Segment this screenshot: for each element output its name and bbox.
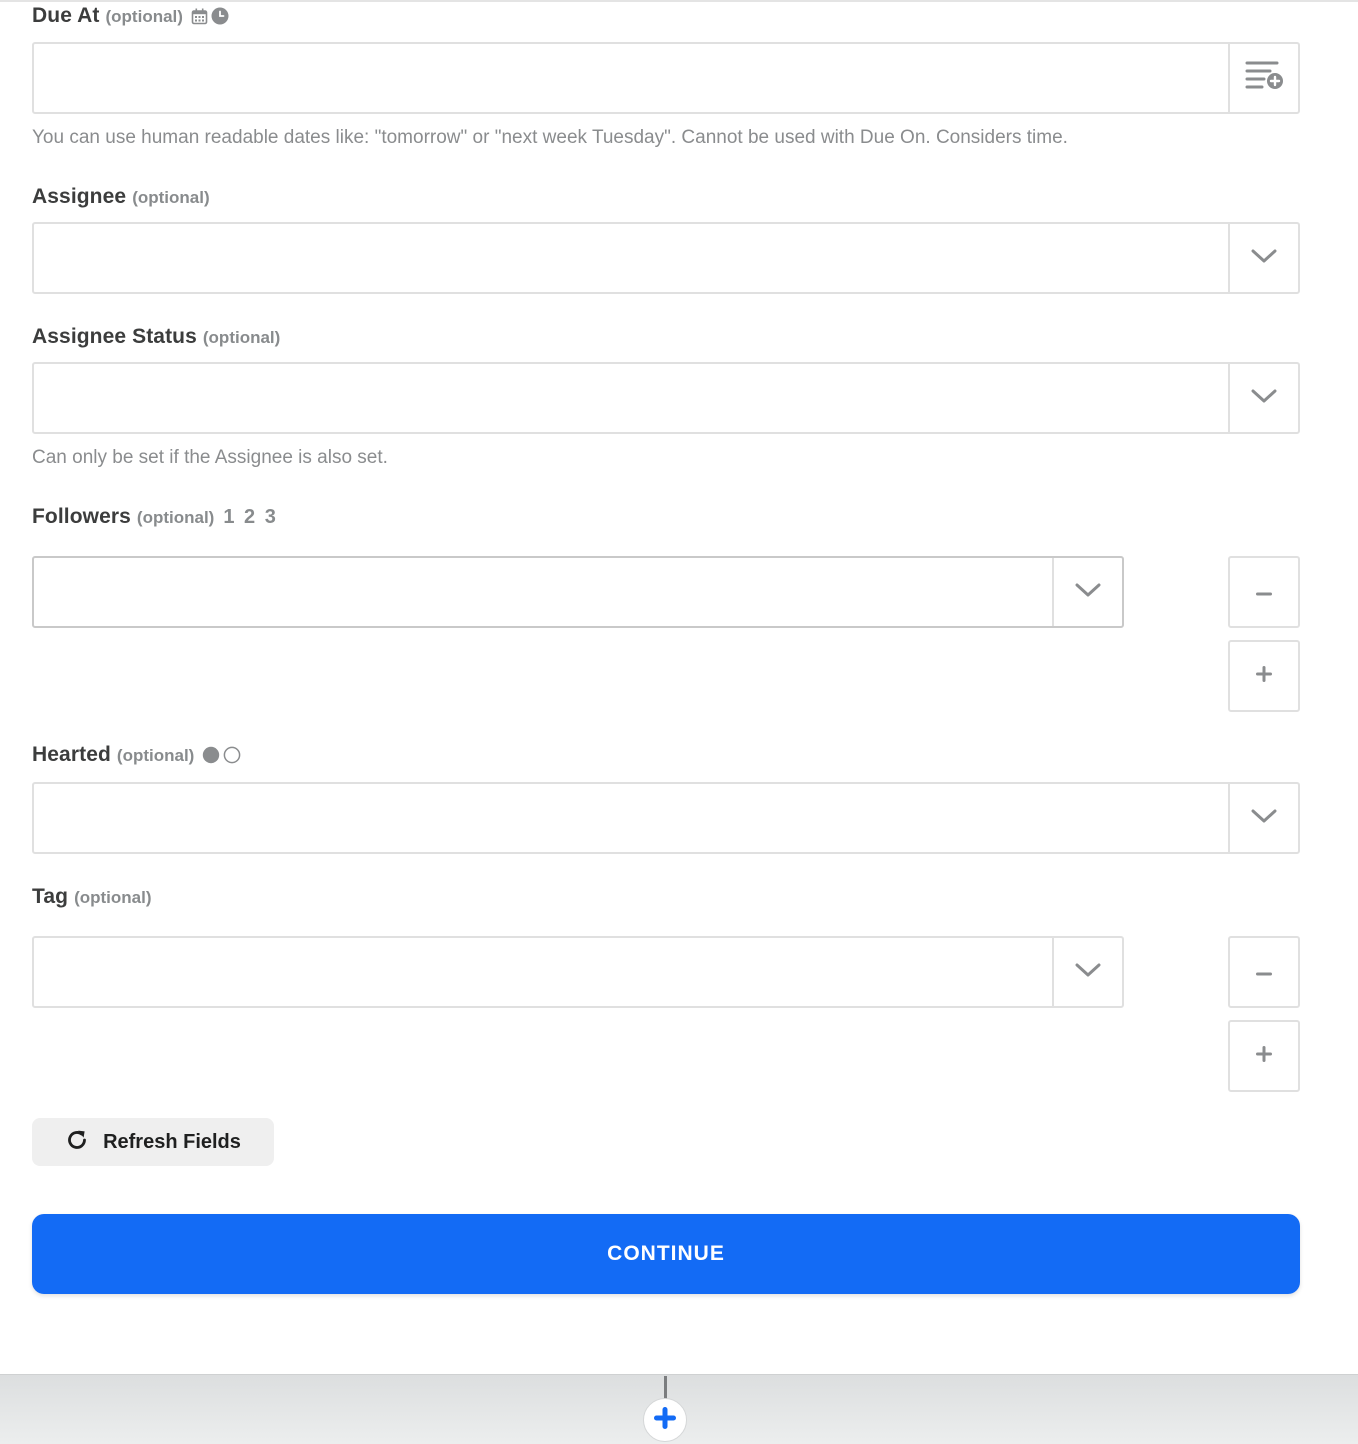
due-at-label: Due At [32, 4, 100, 27]
hearted-select[interactable] [32, 782, 1300, 854]
assignee-status-select[interactable] [32, 362, 1300, 434]
chevron-down-icon [1251, 248, 1277, 269]
refresh-fields-label: Refresh Fields [103, 1130, 241, 1153]
plus-icon [1255, 1045, 1273, 1068]
assignee-status-label-row: Assignee Status (optional) [32, 325, 280, 349]
due-at-field [32, 42, 1300, 114]
chevron-down-icon [1251, 808, 1277, 829]
list-field-indicator: 1 2 3 [223, 506, 278, 528]
followers-label-row: Followers (optional) 1 2 3 [32, 505, 278, 529]
followers-optional: (optional) [136, 508, 215, 527]
hearted-label-row: Hearted (optional) [32, 743, 242, 767]
continue-button[interactable]: CONTINUE [32, 1214, 1300, 1294]
due-at-help: You can use human readable dates like: "… [32, 127, 1068, 148]
followers-dropdown-toggle[interactable] [1052, 558, 1122, 626]
calendar-icon [191, 8, 208, 25]
due-at-label-row: Due At (optional) [32, 4, 229, 28]
tag-remove-button[interactable] [1228, 936, 1300, 1008]
hearted-dropdown-toggle[interactable] [1228, 784, 1298, 852]
refresh-icon [65, 1128, 89, 1157]
assignee-status-optional: (optional) [202, 328, 281, 347]
tag-label: Tag [32, 885, 69, 908]
assignee-status-value [34, 364, 1230, 432]
insert-data-button[interactable] [1228, 44, 1298, 112]
minus-icon [1255, 583, 1273, 601]
continue-label: CONTINUE [607, 1242, 725, 1265]
hearted-optional: (optional) [116, 746, 195, 765]
insert-data-icon [1244, 59, 1284, 98]
followers-remove-button[interactable] [1228, 556, 1300, 628]
followers-add-button[interactable] [1228, 640, 1300, 712]
assignee-label: Assignee [32, 185, 127, 208]
plus-icon [652, 1405, 678, 1436]
minus-icon [1255, 963, 1273, 981]
assignee-select[interactable] [32, 222, 1300, 294]
chevron-down-icon [1075, 962, 1101, 983]
assignee-optional: (optional) [132, 188, 210, 207]
refresh-fields-button[interactable]: Refresh Fields [32, 1118, 274, 1166]
tag-optional: (optional) [74, 888, 152, 907]
clock-icon [211, 7, 229, 25]
followers-select[interactable] [32, 556, 1124, 628]
add-step-button[interactable] [643, 1398, 687, 1442]
hearted-value [34, 784, 1230, 852]
followers-value [34, 558, 1054, 626]
chevron-down-icon [1251, 388, 1277, 409]
top-divider [0, 0, 1358, 2]
plus-icon [1255, 665, 1273, 688]
tag-value [34, 938, 1054, 1006]
tag-add-button[interactable] [1228, 1020, 1300, 1092]
tag-dropdown-toggle[interactable] [1052, 938, 1122, 1006]
assignee-status-dropdown-toggle[interactable] [1228, 364, 1298, 432]
tag-label-row: Tag (optional) [32, 885, 152, 909]
assignee-label-row: Assignee (optional) [32, 185, 210, 209]
boolean-toggle-icon [202, 746, 242, 764]
assignee-value [34, 224, 1230, 292]
due-at-input[interactable] [34, 44, 1230, 112]
chevron-down-icon [1075, 582, 1101, 603]
due-at-optional: (optional) [105, 7, 183, 26]
assignee-status-label: Assignee Status [32, 325, 197, 348]
tag-select[interactable] [32, 936, 1124, 1008]
followers-label: Followers [32, 505, 131, 528]
hearted-label: Hearted [32, 743, 111, 766]
assignee-status-help: Can only be set if the Assignee is also … [32, 447, 388, 468]
assignee-dropdown-toggle[interactable] [1228, 224, 1298, 292]
